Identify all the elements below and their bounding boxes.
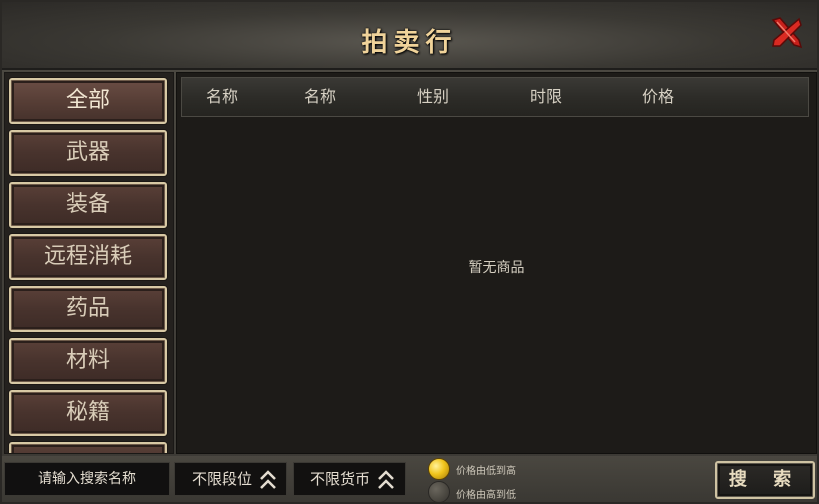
category-medicine-button[interactable]: 药品 bbox=[9, 286, 167, 332]
sort-low-to-high-label: 价格由低到高 bbox=[456, 466, 516, 477]
grey-coin-radio-icon bbox=[428, 481, 450, 503]
column-name[interactable]: 名称 bbox=[206, 78, 238, 116]
double-chevron-up-icon bbox=[378, 470, 394, 489]
category-ranged-consumables-button[interactable]: 远程消耗 bbox=[9, 234, 167, 280]
category-all-button[interactable]: 全部 bbox=[9, 78, 167, 124]
category-manuals-button[interactable]: 秘籍 bbox=[9, 390, 167, 436]
table-header: 名称 名称 性别 时限 价格 bbox=[181, 77, 809, 117]
category-equipment-button[interactable]: 装备 bbox=[9, 182, 167, 228]
gold-coin-radio-icon bbox=[428, 458, 450, 480]
category-weapons-button[interactable]: 武器 bbox=[9, 130, 167, 176]
currency-filter-label: 不限货币 bbox=[310, 470, 371, 488]
currency-filter-dropdown[interactable]: 不限货币 bbox=[293, 462, 406, 496]
close-button[interactable] bbox=[768, 14, 804, 50]
empty-message: 暂无商品 bbox=[468, 260, 525, 276]
level-filter-label: 不限段位 bbox=[192, 470, 253, 488]
search-button[interactable]: 搜 索 bbox=[715, 461, 815, 499]
search-input[interactable]: 请输入搜索名称 bbox=[4, 462, 170, 496]
sort-high-to-low-label: 价格由高到低 bbox=[456, 490, 516, 501]
double-chevron-up-icon bbox=[260, 470, 276, 489]
column-time-limit[interactable]: 时限 bbox=[530, 78, 562, 116]
category-sidebar: 全部 武器 装备 远程消耗 药品 材料 秘籍 bbox=[4, 72, 174, 454]
column-price[interactable]: 价格 bbox=[642, 78, 674, 116]
column-gender[interactable]: 性别 bbox=[417, 78, 449, 116]
category-next-button-partial[interactable] bbox=[9, 442, 167, 453]
window-title: 拍卖行 bbox=[361, 28, 458, 58]
listing-panel: 名称 名称 性别 时限 价格 暂无商品 bbox=[176, 72, 817, 454]
column-name-2[interactable]: 名称 bbox=[304, 78, 336, 116]
category-materials-button[interactable]: 材料 bbox=[9, 338, 167, 384]
close-x-icon bbox=[771, 17, 803, 49]
level-filter-dropdown[interactable]: 不限段位 bbox=[174, 462, 287, 496]
